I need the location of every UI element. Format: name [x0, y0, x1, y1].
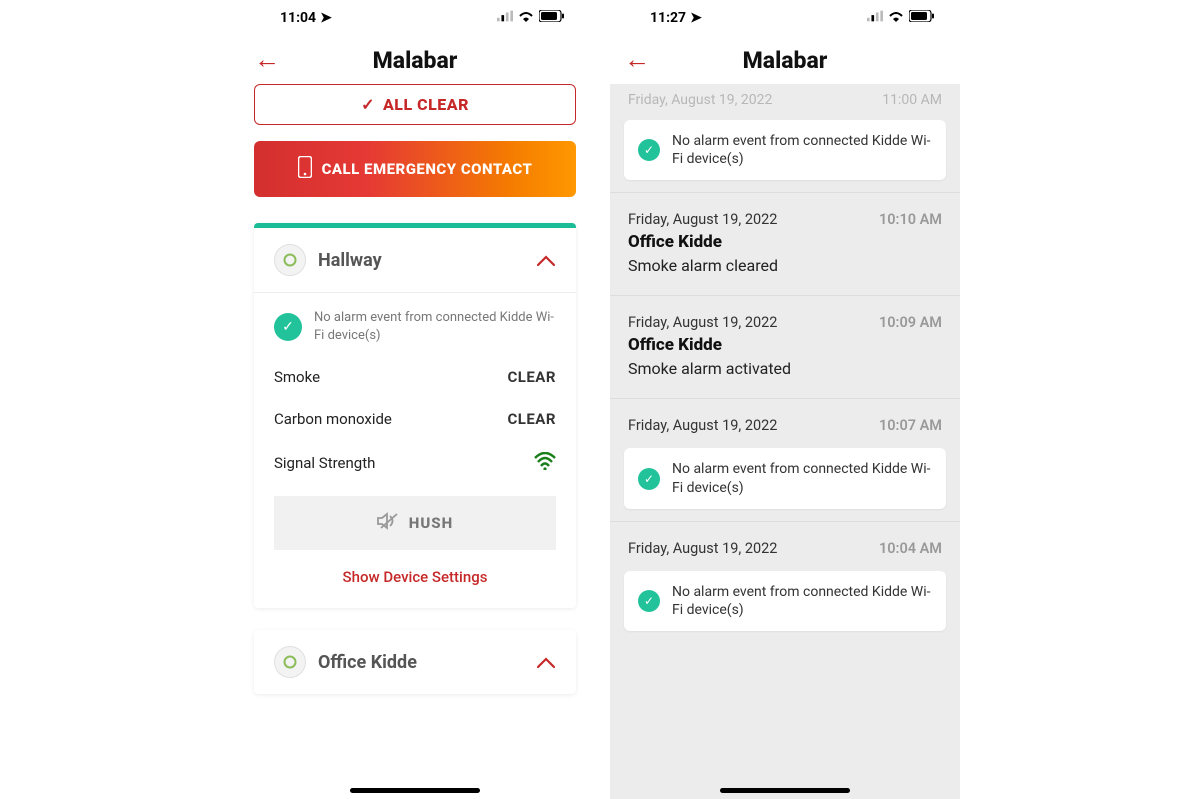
device-card-office: Office Kidde: [254, 630, 576, 694]
event-device: Office Kidde: [628, 232, 942, 252]
check-icon: ✓: [361, 95, 375, 114]
nav-bar: ← Malabar: [610, 36, 960, 84]
no-alarm-text: No alarm event from connected Kidde Wi-F…: [314, 309, 556, 344]
event-time: 10:10 AM: [879, 211, 942, 228]
no-alarm-row: ✓ No alarm event from connected Kidde Wi…: [274, 309, 556, 356]
phone-left: 11:04 ➤ ← Malabar ✓ ALL CLEAR CA: [240, 0, 590, 799]
mute-icon: [377, 512, 399, 534]
check-circle-icon: ✓: [274, 313, 302, 341]
event-list[interactable]: Friday, August 19, 2022 11:00 AM ✓ No al…: [610, 84, 960, 799]
cellular-icon: [867, 8, 883, 28]
device-icon: [274, 244, 306, 276]
status-time: 11:27: [650, 10, 686, 26]
smoke-status: CLEAR: [507, 368, 556, 386]
all-clear-label: ALL CLEAR: [383, 95, 469, 114]
device-icon: [274, 646, 306, 678]
event-pill-text: No alarm event from connected Kidde Wi-F…: [672, 583, 932, 619]
wifi-icon: [518, 8, 534, 28]
event-block: Friday, August 19, 2022 10:07 AM: [610, 398, 960, 440]
event-message: Smoke alarm activated: [628, 359, 942, 378]
wifi-strength-icon: [534, 452, 556, 474]
page-title: Malabar: [610, 47, 960, 74]
home-indicator[interactable]: [350, 788, 480, 793]
hush-button[interactable]: HUSH: [274, 496, 556, 550]
chevron-up-icon: [536, 248, 556, 273]
event-pill-text: No alarm event from connected Kidde Wi-F…: [672, 460, 932, 496]
event-date: Friday, August 19, 2022: [628, 540, 777, 557]
nav-bar: ← Malabar: [240, 36, 590, 84]
device-card-header[interactable]: Hallway: [254, 228, 576, 293]
event-date: Friday, August 19, 2022: [628, 92, 772, 108]
device-name: Hallway: [318, 250, 524, 271]
event-pill: ✓ No alarm event from connected Kidde Wi…: [624, 448, 946, 508]
phone-icon: [298, 156, 312, 182]
wifi-icon: [888, 8, 904, 28]
check-circle-icon: ✓: [638, 139, 660, 161]
event-time: 10:07 AM: [879, 417, 942, 434]
cellular-icon: [497, 8, 513, 28]
back-arrow-icon[interactable]: ←: [624, 47, 650, 73]
check-circle-icon: ✓: [638, 590, 660, 612]
event-date: Friday, August 19, 2022: [628, 417, 777, 434]
device-settings-link[interactable]: Show Device Settings: [274, 550, 556, 604]
event-block: Friday, August 19, 2022 10:09 AM Office …: [610, 295, 960, 398]
event-time: 11:00 AM: [882, 92, 942, 108]
co-row: Carbon monoxide CLEAR: [274, 398, 556, 440]
smoke-row: Smoke CLEAR: [274, 356, 556, 398]
event-partial-row: Friday, August 19, 2022 11:00 AM: [610, 84, 960, 112]
main-content: ✓ ALL CLEAR CALL EMERGENCY CONTACT Hallw…: [240, 84, 590, 799]
all-clear-banner[interactable]: ✓ ALL CLEAR: [254, 84, 576, 125]
event-pill: ✓ No alarm event from connected Kidde Wi…: [624, 571, 946, 631]
status-time: 11:04: [280, 10, 316, 26]
event-date: Friday, August 19, 2022: [628, 314, 777, 331]
event-block: Friday, August 19, 2022 10:10 AM Office …: [610, 192, 960, 295]
chevron-up-icon: [536, 650, 556, 675]
event-time: 10:04 AM: [879, 540, 942, 557]
event-date: Friday, August 19, 2022: [628, 211, 777, 228]
page-title: Malabar: [240, 47, 590, 74]
check-circle-icon: ✓: [638, 468, 660, 490]
hush-label: HUSH: [409, 514, 453, 532]
back-arrow-icon[interactable]: ←: [254, 47, 280, 73]
event-device: Office Kidde: [628, 335, 942, 355]
device-name: Office Kidde: [318, 652, 524, 673]
signal-row: Signal Strength: [274, 440, 556, 486]
co-status: CLEAR: [507, 410, 556, 428]
device-card-hallway: Hallway ✓ No alarm event from connected …: [254, 223, 576, 608]
device-card-header[interactable]: Office Kidde: [254, 630, 576, 694]
event-message: Smoke alarm cleared: [628, 256, 942, 275]
co-label: Carbon monoxide: [274, 410, 392, 428]
status-bar: 11:04 ➤: [240, 0, 590, 36]
battery-icon: [909, 10, 935, 26]
event-time: 10:09 AM: [879, 314, 942, 331]
location-arrow-icon: ➤: [690, 10, 702, 26]
event-pill-text: No alarm event from connected Kidde Wi-F…: [672, 132, 932, 168]
event-block: Friday, August 19, 2022 10:04 AM: [610, 521, 960, 563]
event-pill: ✓ No alarm event from connected Kidde Wi…: [624, 120, 946, 180]
status-bar: 11:27 ➤: [610, 0, 960, 36]
device-card-body: ✓ No alarm event from connected Kidde Wi…: [254, 293, 576, 608]
call-emergency-button[interactable]: CALL EMERGENCY CONTACT: [254, 141, 576, 197]
call-emergency-label: CALL EMERGENCY CONTACT: [322, 160, 533, 178]
signal-label: Signal Strength: [274, 454, 375, 472]
battery-icon: [539, 10, 565, 26]
location-arrow-icon: ➤: [320, 10, 332, 26]
smoke-label: Smoke: [274, 368, 320, 386]
home-indicator[interactable]: [720, 788, 850, 793]
phone-right: 11:27 ➤ ← Malabar Friday, August 19, 202…: [610, 0, 960, 799]
